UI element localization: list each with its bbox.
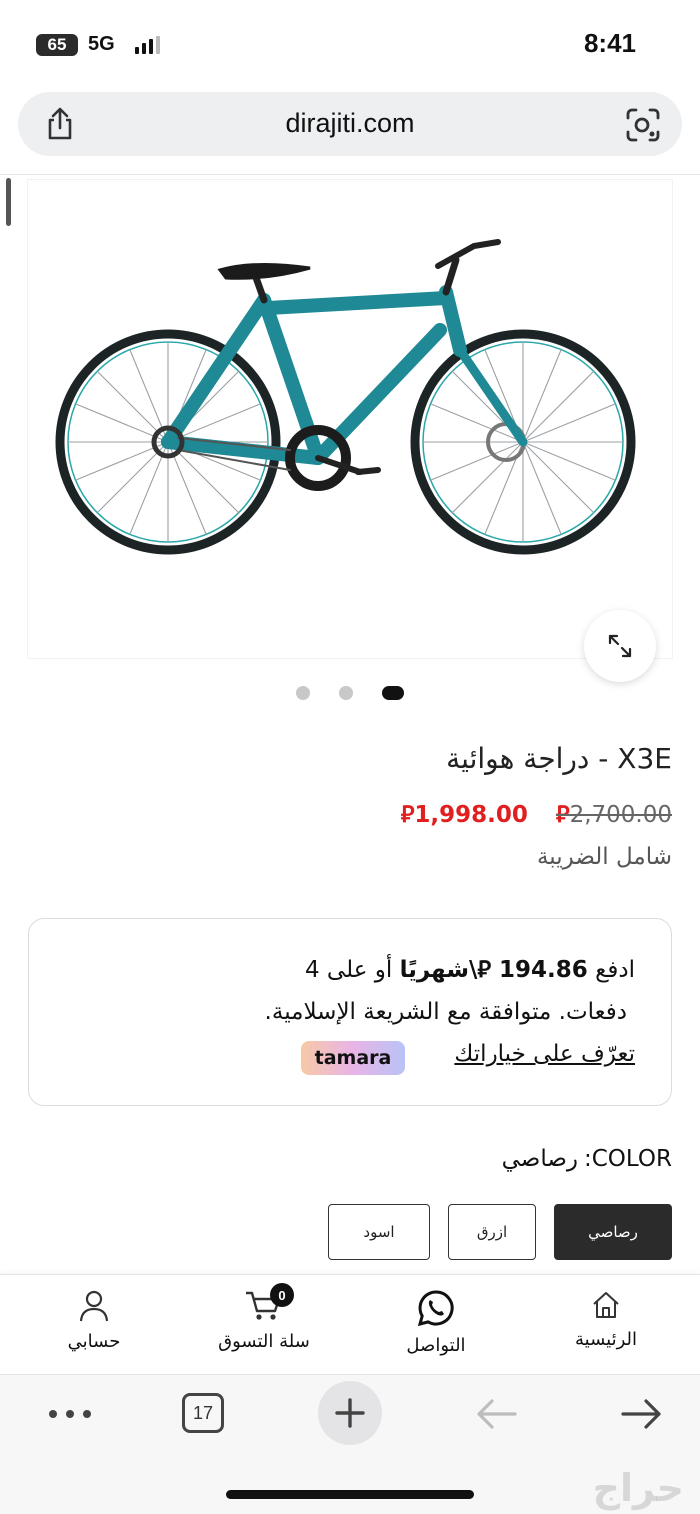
more-options-button[interactable] xyxy=(46,1399,94,1429)
new-tab-button[interactable] xyxy=(318,1381,382,1445)
whatsapp-icon xyxy=(417,1290,454,1327)
battery-icon: 65 xyxy=(36,34,78,56)
home-icon xyxy=(593,1292,619,1318)
gallery-dot[interactable] xyxy=(296,686,310,700)
installments-text: ادفع 194.86 ⃁\شهريًا أو على 4 xyxy=(304,957,635,983)
more-icon xyxy=(49,1410,91,1418)
network-label: 5G xyxy=(88,33,115,55)
back-button[interactable] xyxy=(474,1395,518,1433)
color-option-grey[interactable]: رصاصي xyxy=(554,1204,672,1260)
home-indicator xyxy=(226,1490,474,1499)
color-option-blue[interactable]: ازرق xyxy=(448,1204,536,1260)
gallery-dot-active[interactable] xyxy=(382,686,404,700)
color-options: رصاصي ازرق اسود xyxy=(328,1204,672,1260)
status-bar: 65 5G 8:41 xyxy=(0,0,700,88)
bicycle-image xyxy=(55,239,636,555)
tabs-button[interactable]: 17 xyxy=(182,1393,224,1433)
gallery-dot[interactable] xyxy=(339,686,353,700)
expand-icon xyxy=(608,634,632,658)
divider xyxy=(0,174,700,175)
installments-text-line2: دفعات. متوافقة مع الشريعة الإسلامية. xyxy=(264,999,627,1025)
tamara-logo: tamara xyxy=(301,1041,405,1075)
nav-home[interactable]: الرئيسية xyxy=(568,1289,644,1350)
forward-button[interactable] xyxy=(620,1395,664,1433)
nav-contact[interactable]: التواصل xyxy=(398,1289,474,1356)
address-bar[interactable]: dirajiti.com xyxy=(18,92,682,156)
watermark-logo: حراج xyxy=(592,1466,684,1510)
installments-box: ادفع 194.86 ⃁\شهريًا أو على 4 دفعات. متو… xyxy=(28,918,672,1106)
currency-symbol: ⃁ xyxy=(400,802,415,828)
user-icon xyxy=(79,1290,109,1322)
scrollbar[interactable] xyxy=(6,178,11,226)
plus-icon xyxy=(335,1398,365,1428)
learn-options-link[interactable]: تعرّف على خياراتك xyxy=(454,1041,635,1067)
color-option-black[interactable]: اسود xyxy=(328,1204,430,1260)
selected-color: رصاصي xyxy=(501,1146,578,1172)
nav-cart[interactable]: 0 سلة التسوق xyxy=(208,1283,320,1352)
arrow-right-icon xyxy=(621,1399,661,1429)
arrow-left-icon xyxy=(477,1399,517,1429)
old-price: ⃁2,700.00 xyxy=(555,802,672,828)
sale-price: ⃁1,998.00 xyxy=(400,802,528,828)
site-bottom-nav: الرئيسية التواصل 0 سلة التسوق حسابي xyxy=(0,1274,700,1374)
gallery-pagination xyxy=(0,684,700,704)
visual-search-icon[interactable] xyxy=(624,106,662,144)
tax-note: شامل الضريبة xyxy=(536,844,672,870)
tab-count: 17 xyxy=(182,1393,224,1433)
product-title: دراجة هوائية - X3E xyxy=(446,742,672,775)
cart-count-badge: 0 xyxy=(270,1283,294,1307)
product-image[interactable] xyxy=(28,180,672,658)
clock: 8:41 xyxy=(583,28,636,58)
price-row: ⃁2,700.00 ⃁1,998.00 xyxy=(395,800,672,829)
expand-image-button[interactable] xyxy=(584,610,656,682)
nav-account[interactable]: حسابي xyxy=(56,1289,132,1352)
signal-icon xyxy=(135,36,160,54)
color-label: COLOR: رصاصي xyxy=(501,1146,672,1172)
url-text[interactable]: dirajiti.com xyxy=(18,108,682,139)
currency-symbol: ⃁ xyxy=(555,802,570,828)
